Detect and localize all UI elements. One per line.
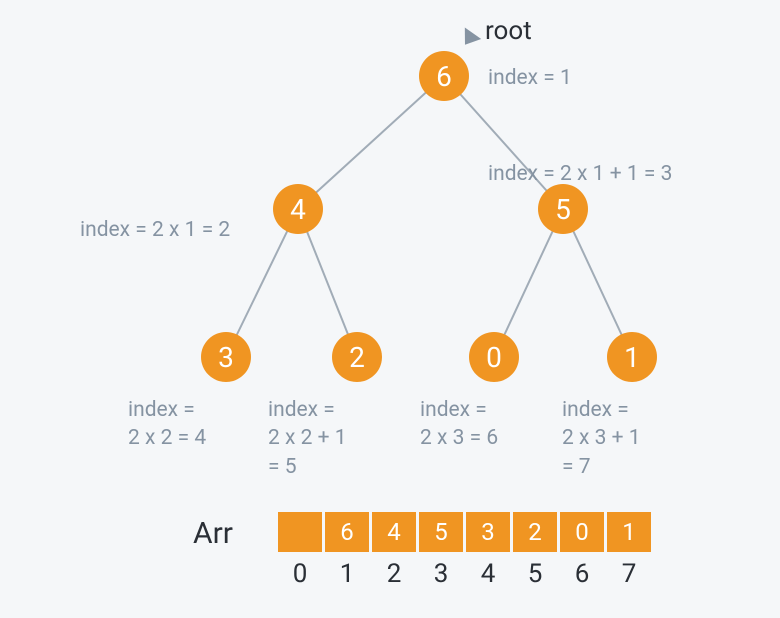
array-label: Arr [193,516,233,551]
root-label: root [485,16,532,46]
tree-node-left: 4 [273,184,323,234]
array-index: 2 [372,559,416,589]
array-cells: 6453201 [278,512,651,552]
array-cell: 2 [513,512,557,552]
node-value: 6 [436,60,452,93]
array-index: 0 [278,559,322,589]
array-index: 6 [560,559,604,589]
root-pointer-arrow [457,28,481,51]
tree-node-rl: 0 [469,332,519,382]
tree-node-rr: 1 [607,332,657,382]
ll-index-annotation: index = 2 x 2 = 4 [128,396,206,453]
node-value: 4 [290,193,306,226]
array-cell: 0 [560,512,604,552]
array-cell: 1 [607,512,651,552]
node-value: 0 [486,341,502,374]
node-value: 2 [349,341,365,374]
left-index-annotation: index = 2 x 1 = 2 [80,216,230,244]
array-indices: 01234567 [278,559,651,589]
array-cell: 6 [325,512,369,552]
right-index-annotation: index = 2 x 1 + 1 = 3 [488,160,672,188]
array-cell: 5 [419,512,463,552]
tree-node-root: 6 [419,51,469,101]
array-index: 4 [466,559,510,589]
array-cell: 3 [466,512,510,552]
array-index: 7 [607,559,651,589]
array-index: 1 [325,559,369,589]
tree-node-right: 5 [538,184,588,234]
array-index: 3 [419,559,463,589]
heap-diagram: root index = 1 index = 2 x 1 = 2 index =… [0,0,780,618]
array-index: 5 [513,559,557,589]
node-value: 5 [555,193,571,226]
array-cell: 4 [372,512,416,552]
tree-node-ll: 3 [201,332,251,382]
node-value: 3 [218,341,234,374]
root-index-annotation: index = 1 [488,64,572,92]
tree-node-lr: 2 [332,332,382,382]
array-cell [278,512,322,552]
node-value: 1 [624,341,640,374]
lr-index-annotation: index = 2 x 2 + 1 = 5 [268,396,347,481]
rl-index-annotation: index = 2 x 3 = 6 [420,396,498,453]
rr-index-annotation: index = 2 x 3 + 1 = 7 [562,396,641,481]
